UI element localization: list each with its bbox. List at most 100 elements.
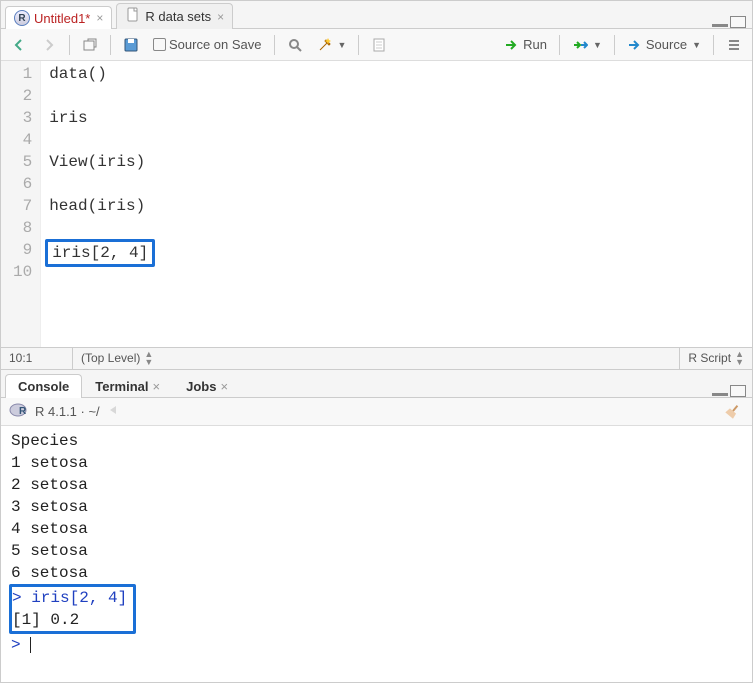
console-output-line: 6 setosa: [11, 562, 742, 584]
line-number: 3: [13, 107, 32, 129]
code-body[interactable]: data() iris View(iris) head(iris) iris[2, 4]: [41, 61, 752, 347]
cursor: [30, 637, 31, 653]
source-on-save-checkbox[interactable]: Source on Save: [149, 35, 266, 54]
console-pane: Console Terminal× Jobs × R R 4.1.1 · ~/ Spe…: [1, 370, 752, 682]
scope-selector[interactable]: (Top Level) ▲▼: [73, 348, 680, 369]
tab-label: Console: [18, 379, 69, 394]
pane-window-controls: [712, 385, 752, 397]
tab-r-data-sets[interactable]: R data sets ×: [116, 3, 233, 29]
updown-icon: ▲▼: [735, 350, 744, 366]
line-number: 2: [13, 85, 32, 107]
chevron-down-icon: ▼: [692, 40, 701, 50]
r-logo-icon: R: [9, 402, 29, 421]
source-button[interactable]: Source ▼: [623, 35, 705, 55]
separator: [274, 35, 275, 55]
console-output-line: [1] 0.2: [12, 609, 127, 631]
code-line[interactable]: [49, 217, 744, 239]
run-label: Run: [523, 37, 547, 52]
forward-button[interactable]: [37, 35, 61, 55]
updown-icon: ▲▼: [144, 350, 153, 366]
filetype-label: R Script: [688, 351, 731, 365]
line-number-gutter: 12345678910: [1, 61, 41, 347]
doc-icon: [125, 7, 141, 26]
separator: [559, 35, 560, 55]
minimize-pane-button[interactable]: [712, 386, 728, 396]
code-line[interactable]: View(iris): [49, 151, 744, 173]
line-number: 6: [13, 173, 32, 195]
chevron-down-icon: ▼: [593, 40, 602, 50]
back-button[interactable]: [7, 35, 31, 55]
separator: [713, 35, 714, 55]
close-icon[interactable]: ×: [220, 379, 228, 394]
checkbox-icon: [153, 38, 166, 51]
code-line[interactable]: iris: [49, 107, 744, 129]
console-output-line: 1 setosa: [11, 452, 742, 474]
console-output-line: Species: [11, 430, 742, 452]
broom-icon: [723, 402, 743, 422]
console-tabbar: Console Terminal× Jobs ×: [1, 370, 752, 398]
console-output-line: 5 setosa: [11, 540, 742, 562]
maximize-pane-button[interactable]: [730, 385, 746, 397]
code-line[interactable]: [49, 129, 744, 151]
console-output-line: 3 setosa: [11, 496, 742, 518]
code-line[interactable]: iris[2, 4]: [49, 239, 744, 261]
find-button[interactable]: [283, 35, 307, 55]
source-toolbar: Source on Save ▼ Run ▼ Source ▼: [1, 29, 752, 61]
source-statusbar: 10:1 (Top Level) ▲▼ R Script ▲▼: [1, 347, 752, 369]
popout-icon[interactable]: [106, 402, 122, 421]
console-output-line: 4 setosa: [11, 518, 742, 540]
console-output-line: 2 setosa: [11, 474, 742, 496]
source-pane: R Untitled1* × R data sets × Source on S…: [1, 1, 752, 370]
save-button[interactable]: [119, 35, 143, 55]
code-line[interactable]: [49, 85, 744, 107]
r-file-icon: R: [14, 10, 30, 26]
scope-label: (Top Level): [81, 351, 140, 365]
maximize-pane-button[interactable]: [730, 16, 746, 28]
tab-untitled1[interactable]: R Untitled1* ×: [5, 6, 112, 29]
pane-window-controls: [712, 16, 752, 28]
console-tab-jobs[interactable]: Jobs ×: [173, 374, 241, 398]
code-line[interactable]: [49, 173, 744, 195]
line-number: 8: [13, 217, 32, 239]
source-on-save-label: Source on Save: [169, 37, 262, 52]
close-icon[interactable]: ×: [217, 10, 224, 24]
source-label: Source: [646, 37, 687, 52]
tab-label: Untitled1*: [34, 11, 90, 26]
line-number: 4: [13, 129, 32, 151]
code-editor[interactable]: 12345678910 data()irisView(iris)head(iri…: [1, 61, 752, 347]
console-prompt-line: > iris[2, 4]: [12, 587, 127, 609]
filetype-selector[interactable]: R Script ▲▼: [680, 348, 752, 369]
minimize-pane-button[interactable]: [712, 17, 728, 27]
run-button[interactable]: Run: [500, 35, 551, 55]
chevron-down-icon: ▼: [338, 40, 347, 50]
code-tools-button[interactable]: ▼: [313, 35, 351, 55]
code-line[interactable]: head(iris): [49, 195, 744, 217]
separator: [110, 35, 111, 55]
compile-report-button[interactable]: [367, 35, 391, 55]
clear-console-button[interactable]: [722, 402, 744, 420]
separator: [614, 35, 615, 55]
highlighted-code: iris[2, 4]: [45, 239, 155, 267]
line-number: 9: [13, 239, 32, 261]
line-number: 1: [13, 63, 32, 85]
close-icon[interactable]: ×: [96, 11, 103, 25]
console-prompt-line[interactable]: >: [11, 634, 742, 656]
separator: [69, 35, 70, 55]
line-number: 10: [13, 261, 32, 283]
cursor-position-label: 10:1: [9, 351, 32, 365]
cursor-position[interactable]: 10:1: [1, 348, 73, 369]
highlighted-console-block: > iris[2, 4][1] 0.2: [9, 584, 136, 634]
console-tab-terminal[interactable]: Terminal×: [82, 374, 173, 398]
svg-text:R: R: [19, 406, 27, 417]
show-in-new-window-button[interactable]: [78, 35, 102, 55]
tab-label: Jobs: [186, 379, 216, 394]
console-header-label: R 4.1.1 · ~/: [35, 404, 100, 419]
console-output[interactable]: Species1 setosa2 setosa3 setosa4 setosa5…: [1, 426, 752, 682]
code-line[interactable]: data(): [49, 63, 744, 85]
console-tab-console[interactable]: Console: [5, 374, 82, 398]
console-header: R R 4.1.1 · ~/: [1, 398, 752, 426]
rerun-button[interactable]: ▼: [568, 35, 606, 55]
outline-button[interactable]: [722, 35, 746, 55]
separator: [358, 35, 359, 55]
close-icon[interactable]: ×: [153, 379, 161, 394]
